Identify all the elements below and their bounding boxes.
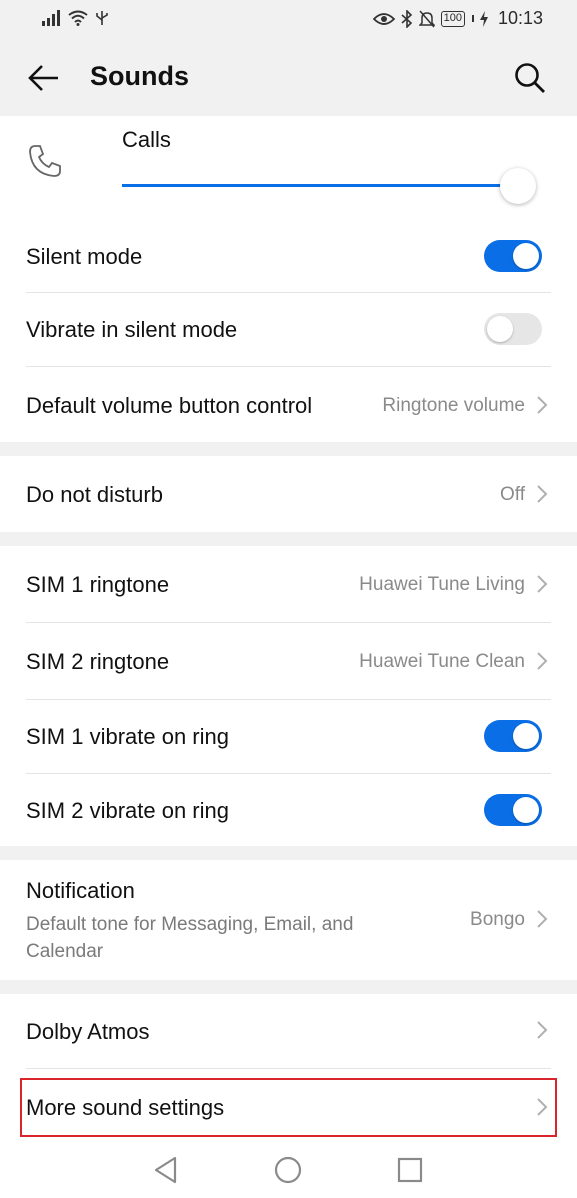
- toggle-knob: [513, 243, 539, 269]
- nav-recents-button[interactable]: [390, 1154, 430, 1186]
- mute-icon: [418, 10, 435, 27]
- system-nav-bar: [0, 1140, 577, 1198]
- dnd-label: Do not disturb: [26, 482, 163, 507]
- battery-icon: 100: [440, 10, 465, 27]
- chevron-right-icon: [537, 1021, 548, 1039]
- sim2-ringtone-row[interactable]: SIM 2 ringtone Huawei Tune Clean: [0, 623, 577, 699]
- sim2-vibrate-label: SIM 2 vibrate on ring: [26, 798, 229, 823]
- status-bar: 100 10:13: [0, 0, 577, 40]
- status-right: 100 10:13: [372, 8, 543, 29]
- notification-value: Bongo: [470, 909, 525, 930]
- toggle-knob: [487, 316, 513, 342]
- chevron-right-icon: [537, 396, 548, 414]
- dolby-atmos-label: Dolby Atmos: [26, 1019, 150, 1044]
- toggle-knob: [513, 797, 539, 823]
- nav-home-button[interactable]: [268, 1154, 308, 1186]
- toggle-knob: [513, 723, 539, 749]
- sim2-ringtone-value: Huawei Tune Clean: [359, 651, 525, 672]
- app-bar: Sounds: [0, 40, 577, 116]
- page-title: Sounds: [90, 61, 189, 91]
- calls-volume-slider[interactable]: [122, 168, 536, 204]
- chevron-right-icon: [537, 485, 548, 503]
- sim1-vibrate-toggle[interactable]: [484, 720, 542, 752]
- nav-back-button[interactable]: [146, 1154, 186, 1186]
- volume-button-row[interactable]: Default volume button control Ringtone v…: [0, 367, 577, 442]
- eye-icon: [372, 12, 395, 25]
- notification-description: Default tone for Messaging, Email, and C…: [26, 914, 354, 962]
- notification-row[interactable]: Notification Default tone for Messaging,…: [0, 860, 577, 980]
- calls-volume-label: Calls: [122, 127, 171, 152]
- chevron-right-icon: [537, 910, 548, 928]
- dnd-value: Off: [500, 484, 525, 505]
- notification-label: Notification: [26, 878, 135, 903]
- phone-icon: [29, 145, 61, 177]
- wifi-icon: [68, 10, 88, 26]
- sim1-vibrate-row[interactable]: SIM 1 vibrate on ring: [0, 700, 577, 773]
- bluetooth-icon: [401, 9, 412, 28]
- battery-level: 100: [443, 12, 462, 24]
- silent-mode-toggle[interactable]: [484, 240, 542, 272]
- home-circle-icon: [274, 1156, 302, 1184]
- dolby-atmos-row[interactable]: Dolby Atmos: [0, 994, 577, 1068]
- highlight-box: [20, 1078, 557, 1137]
- signal-icon: [42, 10, 60, 26]
- sim1-ringtone-value: Huawei Tune Living: [359, 574, 525, 595]
- chevron-right-icon: [537, 575, 548, 593]
- status-time: 10:13: [497, 8, 543, 28]
- search-button[interactable]: [508, 58, 552, 98]
- volume-button-value: Ringtone volume: [382, 395, 525, 416]
- sim2-vibrate-row[interactable]: SIM 2 vibrate on ring: [0, 774, 577, 846]
- sim1-ringtone-label: SIM 1 ringtone: [26, 572, 170, 597]
- silent-mode-row[interactable]: Silent mode: [0, 220, 577, 292]
- vibrate-silent-row[interactable]: Vibrate in silent mode: [0, 293, 577, 365]
- battery-cap: [471, 15, 474, 22]
- dnd-row[interactable]: Do not disturb Off: [0, 456, 577, 532]
- search-icon: [515, 63, 545, 93]
- charging-icon: [479, 10, 488, 27]
- chevron-right-icon: [537, 652, 548, 670]
- silent-mode-label: Silent mode: [26, 244, 143, 269]
- arrow-left-icon: [28, 65, 58, 91]
- back-button[interactable]: [22, 58, 66, 98]
- volume-button-label: Default volume button control: [26, 393, 313, 418]
- slider-thumb[interactable]: [500, 168, 536, 204]
- sim2-vibrate-toggle[interactable]: [484, 794, 542, 826]
- recents-square-icon: [397, 1157, 423, 1183]
- sim1-ringtone-row[interactable]: SIM 1 ringtone Huawei Tune Living: [0, 546, 577, 622]
- sim1-vibrate-label: SIM 1 vibrate on ring: [26, 724, 229, 749]
- usb-icon: [96, 11, 108, 25]
- vibrate-silent-label: Vibrate in silent mode: [26, 317, 238, 342]
- sim2-ringtone-label: SIM 2 ringtone: [26, 649, 170, 674]
- slider-fill: [122, 184, 518, 187]
- status-left: [42, 10, 108, 26]
- back-triangle-icon: [154, 1156, 177, 1184]
- vibrate-silent-toggle[interactable]: [484, 313, 542, 345]
